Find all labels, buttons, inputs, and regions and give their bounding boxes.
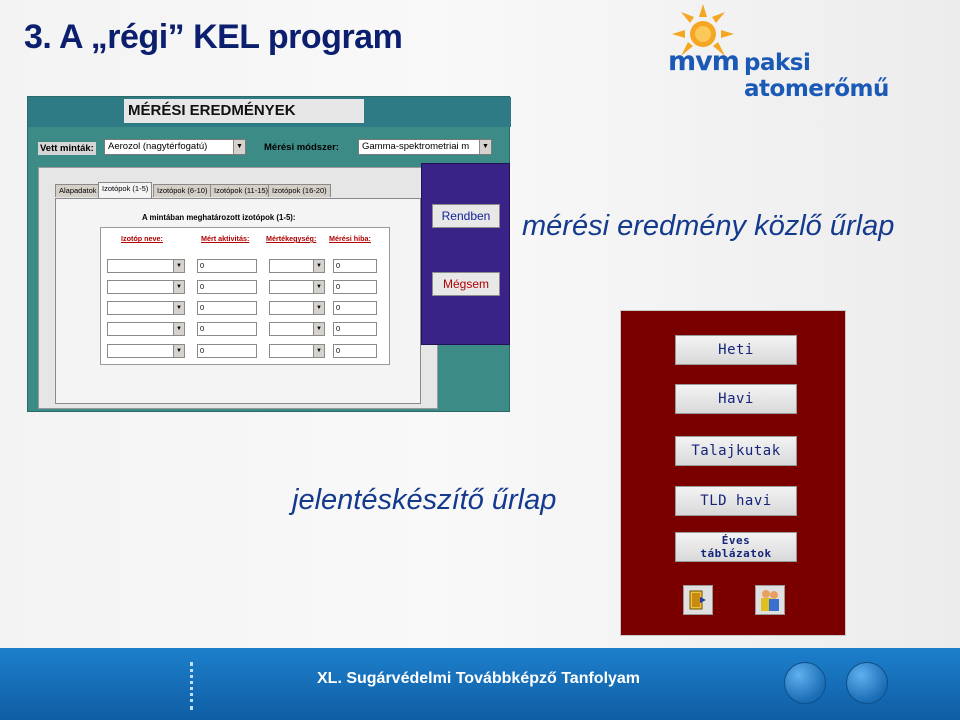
chevron-down-icon[interactable]: ▼ <box>313 323 324 335</box>
chevron-down-icon[interactable]: ▼ <box>173 323 184 335</box>
column-header: Mértékegység: <box>266 234 317 243</box>
chevron-down-icon[interactable]: ▼ <box>233 140 245 154</box>
measurement-form: MÉRÉSI EREDMÉNYEK Vett minták: Aerozol (… <box>27 96 511 412</box>
unit-select[interactable]: ▼ <box>269 322 325 336</box>
unit-select[interactable]: ▼ <box>269 344 325 358</box>
chevron-down-icon[interactable]: ▼ <box>313 260 324 272</box>
panel-heading: A mintában meghatározott izotópok (1-5): <box>142 213 296 222</box>
yearly-tables-button[interactable]: Éves táblázatok <box>675 532 797 562</box>
decor-circle-icon <box>784 662 826 704</box>
exit-door-icon <box>689 590 706 610</box>
tab-izotopok-11-15[interactable]: Izotópok (11-15) <box>210 184 273 197</box>
method-value: Gamma-spektrometriai m <box>362 141 470 152</box>
chevron-down-icon[interactable]: ▼ <box>173 302 184 314</box>
footer-divider <box>190 662 194 710</box>
monthly-button[interactable]: Havi <box>675 384 797 414</box>
chevron-down-icon[interactable]: ▼ <box>313 345 324 357</box>
slide-title: 3. A „régi” KEL program <box>24 18 403 56</box>
isotope-select[interactable]: ▼ <box>107 344 185 358</box>
table-row: ▼ 0 ▼ 0 <box>107 341 389 361</box>
error-field[interactable]: 0 <box>333 322 377 336</box>
activity-field[interactable]: 0 <box>197 344 257 358</box>
tab-izotopok-1-5[interactable]: Izotópok (1-5) <box>98 182 153 198</box>
unit-select[interactable]: ▼ <box>269 259 325 273</box>
isotope-select[interactable]: ▼ <box>107 280 185 294</box>
slide-footer: XL. Sugárvédelmi Továbbképző Tanfolyam <box>0 648 960 720</box>
form-fields: Vett minták: Aerozol (nagytérfogatú) ▼ M… <box>28 139 511 159</box>
form-button-panel: Rendben Mégsem <box>421 163 510 345</box>
ok-button[interactable]: Rendben <box>432 204 500 228</box>
cancel-button[interactable]: Mégsem <box>432 272 500 296</box>
samples-select[interactable]: Aerozol (nagytérfogatú) ▼ <box>104 139 246 155</box>
chevron-down-icon[interactable]: ▼ <box>173 260 184 272</box>
form-title: MÉRÉSI EREDMÉNYEK <box>124 99 364 123</box>
footer-text: XL. Sugárvédelmi Továbbképző Tanfolyam <box>317 670 641 687</box>
chevron-down-icon[interactable]: ▼ <box>173 345 184 357</box>
chevron-down-icon[interactable]: ▼ <box>173 281 184 293</box>
samples-value: Aerozol (nagytérfogatú) <box>108 141 208 152</box>
activity-field[interactable]: 0 <box>197 322 257 336</box>
tld-monthly-button[interactable]: TLD havi <box>675 486 797 516</box>
report-form: Heti Havi Talajkutak TLD havi Éves táblá… <box>620 310 846 636</box>
table-row: ▼ 0 ▼ 0 <box>107 319 389 339</box>
table-row: ▼ 0 ▼ 0 <box>107 298 389 318</box>
unit-select[interactable]: ▼ <box>269 280 325 294</box>
tab-alapadatok[interactable]: Alapadatok <box>55 184 101 197</box>
weekly-button[interactable]: Heti <box>675 335 797 365</box>
isotope-select[interactable]: ▼ <box>107 259 185 273</box>
wells-button[interactable]: Talajkutak <box>675 436 797 466</box>
activity-field[interactable]: 0 <box>197 301 257 315</box>
logo-company-name: paksi atomerőmű <box>744 50 889 102</box>
isotope-select[interactable]: ▼ <box>107 301 185 315</box>
isotope-grid: Izotóp neve: Mért aktivitás: Mértékegysé… <box>100 227 390 365</box>
tab-body: A mintában meghatározott izotópok (1-5):… <box>55 198 421 404</box>
error-field[interactable]: 0 <box>333 301 377 315</box>
chevron-down-icon[interactable]: ▼ <box>479 140 491 154</box>
column-header: Mért aktivitás: <box>201 234 250 243</box>
measure-form-caption: mérési eredmény közlő űrlap <box>522 210 895 242</box>
unit-select[interactable]: ▼ <box>269 301 325 315</box>
tab-panel: Alapadatok Izotópok (1-5) Izotópok (6-10… <box>38 167 438 409</box>
isotope-select[interactable]: ▼ <box>107 322 185 336</box>
chevron-down-icon[interactable]: ▼ <box>313 302 324 314</box>
users-icon[interactable] <box>755 585 785 615</box>
yearly-line-2: táblázatok <box>700 547 772 560</box>
decor-circle-icon <box>846 662 888 704</box>
activity-field[interactable]: 0 <box>197 259 257 273</box>
error-field[interactable]: 0 <box>333 344 377 358</box>
tab-izotopok-16-20[interactable]: Izotópok (16-20) <box>268 184 331 197</box>
error-field[interactable]: 0 <box>333 259 377 273</box>
yearly-line-1: Éves <box>721 534 751 547</box>
table-row: ▼ 0 ▼ 0 <box>107 277 389 297</box>
table-row: ▼ 0 ▼ 0 <box>107 256 389 276</box>
method-label: Mérési módszer: <box>264 142 339 153</box>
column-header: Izotóp neve: <box>121 234 163 243</box>
samples-label: Vett minták: <box>38 142 96 155</box>
activity-field[interactable]: 0 <box>197 280 257 294</box>
tab-izotopok-6-10[interactable]: Izotópok (6-10) <box>153 184 212 197</box>
logo-mvm: mvm <box>668 46 740 77</box>
error-field[interactable]: 0 <box>333 280 377 294</box>
chevron-down-icon[interactable]: ▼ <box>313 281 324 293</box>
column-header: Mérési hiba: <box>329 234 371 243</box>
exit-icon[interactable] <box>683 585 713 615</box>
mvm-logo: mvm paksi atomerőmű <box>660 2 956 102</box>
people-icon <box>761 590 779 611</box>
method-select[interactable]: Gamma-spektrometriai m ▼ <box>358 139 492 155</box>
report-form-caption: jelentéskészítő űrlap <box>292 484 557 516</box>
